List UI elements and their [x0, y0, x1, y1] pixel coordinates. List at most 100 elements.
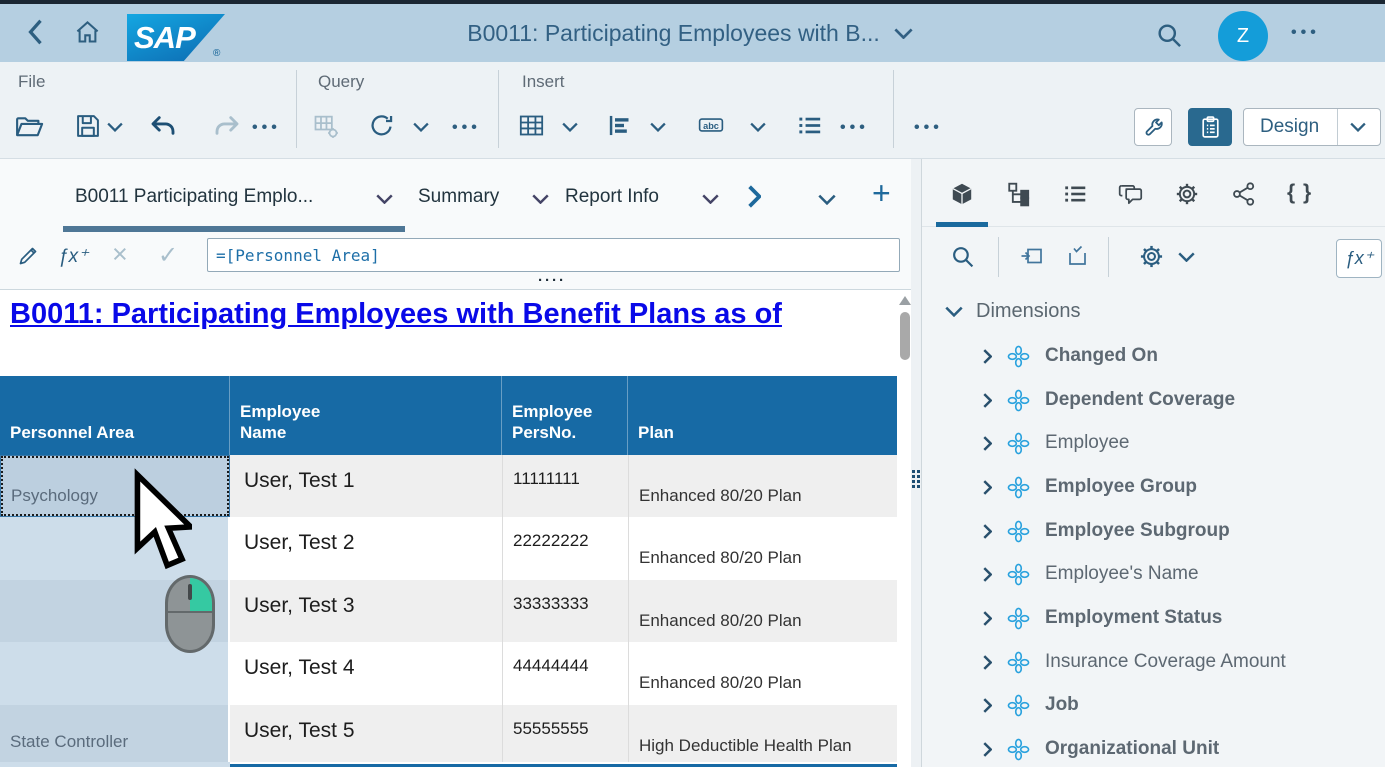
expand-chevron-icon[interactable] [983, 524, 992, 539]
code-braces-icon[interactable]: { } [1287, 181, 1312, 205]
insert-object-icon[interactable] [1020, 245, 1044, 269]
cell-plan[interactable]: Enhanced 80/20 Plan [628, 517, 897, 580]
cancel-formula-icon[interactable]: × [112, 239, 128, 270]
undo-icon[interactable] [148, 112, 178, 142]
cell-plan[interactable]: Enhanced 80/20 Plan [628, 455, 897, 517]
panel-splitter[interactable] [911, 159, 921, 767]
panel-gear-chevron-icon[interactable] [1178, 252, 1195, 262]
expand-chevron-icon[interactable] [983, 393, 992, 408]
expand-chevron-icon[interactable] [983, 480, 992, 495]
insert-text-icon[interactable]: abc [695, 112, 727, 138]
cell-personnel-area[interactable] [0, 517, 230, 580]
dimension-item[interactable]: Employee [983, 429, 1383, 457]
share-icon[interactable] [1231, 181, 1257, 207]
expand-chevron-icon[interactable] [983, 567, 992, 582]
edit-formula-icon[interactable] [16, 244, 40, 268]
tab-report-info-chevron-icon[interactable] [702, 194, 719, 204]
splitter-handle[interactable] [912, 470, 920, 488]
shell-overflow-icon[interactable]: ••• [1291, 24, 1320, 42]
avatar[interactable]: Z [1218, 11, 1268, 61]
tabs-list-chevron-icon[interactable] [818, 194, 836, 205]
cell-employee-name[interactable]: User, Test 1 [230, 455, 502, 517]
insert-list-icon[interactable] [796, 112, 823, 139]
scrollbar-thumb[interactable] [900, 312, 910, 360]
save-icon[interactable] [74, 112, 102, 140]
tab-summary-chevron-icon[interactable] [532, 194, 549, 204]
cell-employee-name[interactable]: User, Test 4 [230, 642, 502, 705]
save-menu-chevron-icon[interactable] [107, 122, 123, 132]
cell-plan[interactable]: Enhanced 80/20 Plan [628, 642, 897, 705]
tab-report-chevron-icon[interactable] [376, 194, 393, 204]
edit-query-icon[interactable] [312, 112, 340, 140]
cell-personnel-area-selected[interactable]: Psychology [0, 455, 230, 517]
expand-chevron-icon[interactable] [983, 349, 992, 364]
formula-editor-icon[interactable]: ƒx⁺ [58, 245, 88, 268]
cell-employee-persno[interactable]: 55555555 [502, 705, 628, 762]
insert-chart-chevron-icon[interactable] [650, 122, 666, 132]
cell-personnel-area[interactable]: State Controller [0, 705, 230, 762]
tab-summary[interactable]: Summary [418, 186, 499, 208]
dimension-item[interactable]: Dependent Coverage [983, 386, 1383, 414]
design-chevron-icon[interactable] [1350, 122, 1366, 132]
objects-tab-cube-icon[interactable] [949, 181, 975, 207]
dimensions-section-header[interactable]: Dimensions [945, 300, 1080, 323]
dimension-item[interactable]: Employee Group [983, 473, 1383, 501]
expand-chevron-icon[interactable] [983, 742, 992, 757]
validate-formula-icon[interactable]: ✓ [158, 241, 178, 270]
report-title-link[interactable]: B0011: Participating Employees with Bene… [10, 298, 897, 331]
column-header-personnel-area[interactable]: Personnel Area [0, 376, 230, 455]
cell-employee-name[interactable]: User, Test 5 [230, 705, 502, 762]
dimension-item[interactable]: Job [983, 691, 1383, 719]
expand-chevron-icon[interactable] [983, 611, 992, 626]
formula-bar-resize-handle[interactable]: ···· [538, 272, 566, 289]
expand-chevron-icon[interactable] [983, 698, 992, 713]
cell-employee-persno[interactable]: 44444444 [502, 642, 628, 705]
add-report-icon[interactable]: + [872, 175, 891, 212]
cell-plan[interactable]: Enhanced 80/20 Plan [628, 580, 897, 642]
column-header-employee-persno[interactable]: Employee PersNo. [502, 376, 628, 455]
dimension-item[interactable]: Employee's Name [983, 560, 1383, 588]
dimension-item[interactable]: Changed On [983, 342, 1383, 370]
tools-button[interactable] [1134, 108, 1172, 146]
cell-employee-persno[interactable]: 11111111 [502, 455, 628, 517]
dimension-item[interactable]: Employment Status [983, 604, 1383, 632]
panel-gear-icon[interactable] [1138, 243, 1165, 270]
tab-report-info[interactable]: Report Info [565, 186, 659, 208]
dimension-item[interactable]: Insurance Coverage Amount [983, 648, 1383, 676]
insert-text-chevron-icon[interactable] [750, 122, 766, 132]
query-overflow-icon[interactable]: ••• [452, 119, 481, 137]
column-header-employee-name[interactable]: Employee Name [230, 376, 502, 455]
panel-search-icon[interactable] [950, 244, 975, 269]
design-mode-button[interactable]: Design [1243, 108, 1381, 146]
document-structure-icon[interactable] [1006, 181, 1032, 207]
scroll-up-icon[interactable] [899, 296, 911, 305]
formula-input[interactable]: =[Personnel Area] [207, 238, 900, 272]
column-header-plan[interactable]: Plan [628, 376, 897, 455]
comments-icon[interactable] [1117, 181, 1145, 207]
cell-employee-name[interactable]: User, Test 2 [230, 517, 502, 580]
cell-employee-name[interactable]: User, Test 3 [230, 580, 502, 642]
navigation-list-icon[interactable] [1062, 181, 1088, 207]
insert-overflow-icon[interactable]: ••• [840, 119, 869, 137]
search-icon[interactable] [1155, 21, 1183, 49]
dimension-item[interactable]: Employee Subgroup [983, 517, 1383, 545]
cell-plan[interactable]: High Deductible Health Plan [628, 705, 897, 762]
insert-table-icon[interactable] [518, 112, 545, 139]
refresh-icon[interactable] [368, 112, 395, 139]
manage-objects-icon[interactable] [1066, 245, 1090, 269]
document-title-menu[interactable]: B0011: Participating Employees with B... [300, 4, 1080, 62]
refresh-menu-chevron-icon[interactable] [413, 122, 429, 132]
insert-table-chevron-icon[interactable] [562, 122, 578, 132]
home-icon[interactable] [74, 19, 101, 46]
expand-chevron-icon[interactable] [983, 655, 992, 670]
back-icon[interactable] [28, 19, 43, 45]
toolbar-overflow-icon[interactable]: ••• [914, 119, 943, 137]
tab-report[interactable]: B0011 Participating Emplo... [75, 186, 313, 208]
file-overflow-icon[interactable]: ••• [252, 119, 281, 137]
settings-gear-icon[interactable] [1174, 181, 1200, 207]
open-document-icon[interactable] [14, 112, 44, 142]
insert-chart-icon[interactable] [606, 112, 633, 139]
cell-employee-persno[interactable]: 33333333 [502, 580, 628, 642]
expand-chevron-icon[interactable] [983, 436, 992, 451]
tabs-scroll-next-icon[interactable] [748, 185, 761, 208]
